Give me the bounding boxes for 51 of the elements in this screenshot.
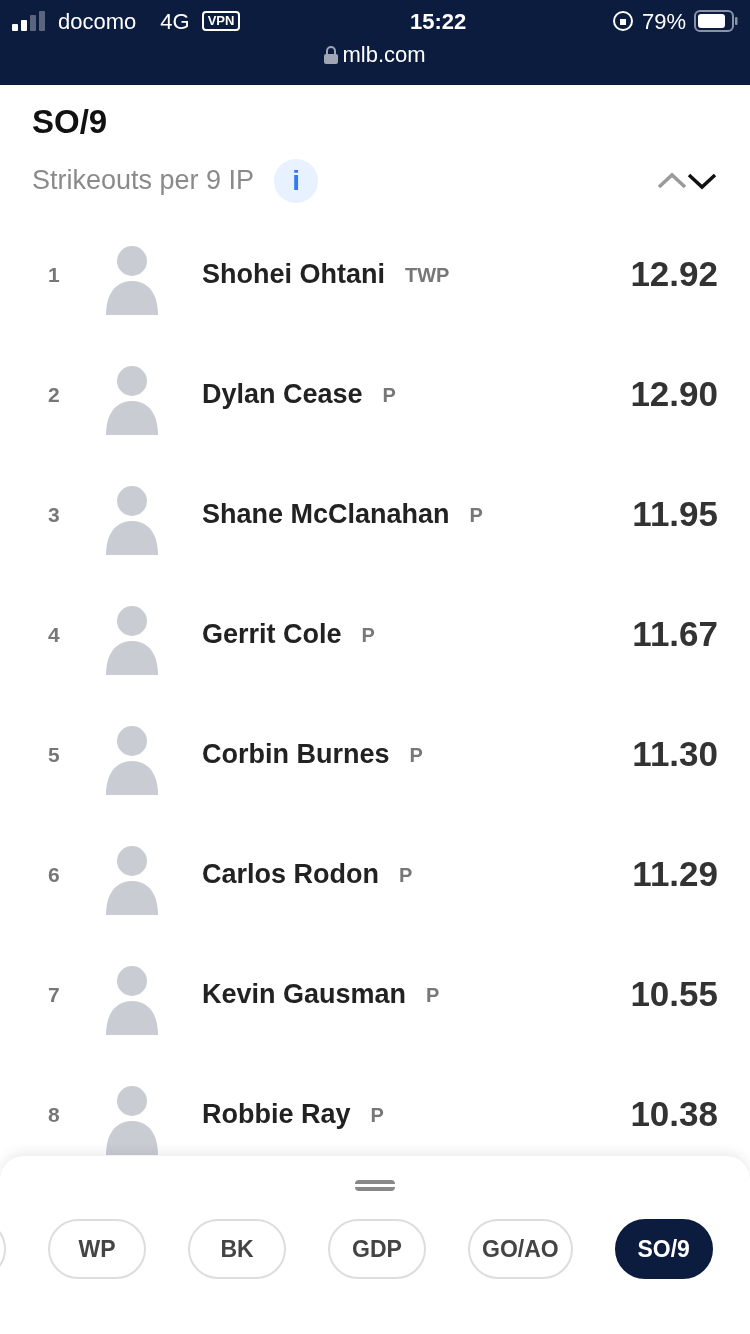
- rank-number: 8: [47, 1101, 61, 1128]
- drag-handle-icon[interactable]: [355, 1180, 395, 1191]
- carrier-name: docomo: [58, 7, 137, 36]
- rank-number: 7: [47, 981, 61, 1008]
- stat-title: SO/9: [32, 102, 109, 142]
- rank-number: 5: [47, 741, 61, 768]
- stat-value: 11.29: [632, 853, 718, 896]
- stat-filter-pill[interactable]: BK: [188, 1219, 286, 1279]
- rotation-lock-icon: [611, 10, 634, 32]
- player-name[interactable]: Robbie Ray: [202, 1094, 351, 1135]
- player-name[interactable]: Shane McClanahan: [202, 494, 450, 535]
- stat-value: 12.92: [630, 253, 718, 296]
- vpn-badge: VPN: [201, 11, 241, 31]
- signal-icon: [12, 11, 46, 31]
- player-name[interactable]: Carlos Rodon: [202, 854, 379, 895]
- battery-icon: [694, 10, 738, 32]
- info-button[interactable]: i: [274, 158, 319, 203]
- player-name[interactable]: Shohei Ohtani: [202, 254, 385, 295]
- stat-value: 12.90: [630, 373, 718, 416]
- network-type: 4G: [160, 7, 190, 36]
- rank-number: 4: [47, 621, 61, 648]
- battery-percent: 79%: [641, 7, 686, 36]
- player-position: P: [409, 742, 423, 768]
- stat-value: 10.38: [630, 1093, 718, 1136]
- stat-filter-pill[interactable]: SO/9: [614, 1219, 713, 1279]
- player-position: P: [469, 502, 483, 528]
- stat-filter-pill[interactable]: GDP: [328, 1219, 426, 1279]
- rank-number: 6: [47, 861, 61, 888]
- player-position: P: [382, 382, 396, 408]
- lock-icon: [324, 45, 339, 64]
- player-position: P: [361, 622, 375, 648]
- player-name[interactable]: Corbin Burnes: [202, 734, 390, 775]
- stat-filter-pill[interactable]: GO/AO: [468, 1219, 573, 1279]
- stat-value: 11.30: [632, 733, 718, 776]
- page-url: mlb.com: [342, 41, 426, 69]
- player-position: P: [370, 1102, 384, 1128]
- rank-number: 3: [47, 501, 61, 528]
- stat-description: Strikeouts per 9 IP: [32, 164, 255, 198]
- stat-filter-pill[interactable]: WP: [48, 1219, 146, 1279]
- stat-value: 11.67: [632, 613, 718, 656]
- stat-value: 11.95: [632, 493, 718, 536]
- player-position: TWP: [405, 262, 450, 288]
- rank-number: 2: [47, 381, 61, 408]
- player-position: P: [399, 862, 413, 888]
- player-position: P: [426, 982, 440, 1008]
- player-name[interactable]: Kevin Gausman: [202, 974, 407, 1015]
- player-name[interactable]: Gerrit Cole: [202, 614, 342, 655]
- rank-number: 1: [47, 261, 61, 288]
- stat-value: 10.55: [630, 973, 718, 1016]
- player-name[interactable]: Dylan Cease: [202, 374, 363, 415]
- clock-time: 15:22: [410, 7, 467, 36]
